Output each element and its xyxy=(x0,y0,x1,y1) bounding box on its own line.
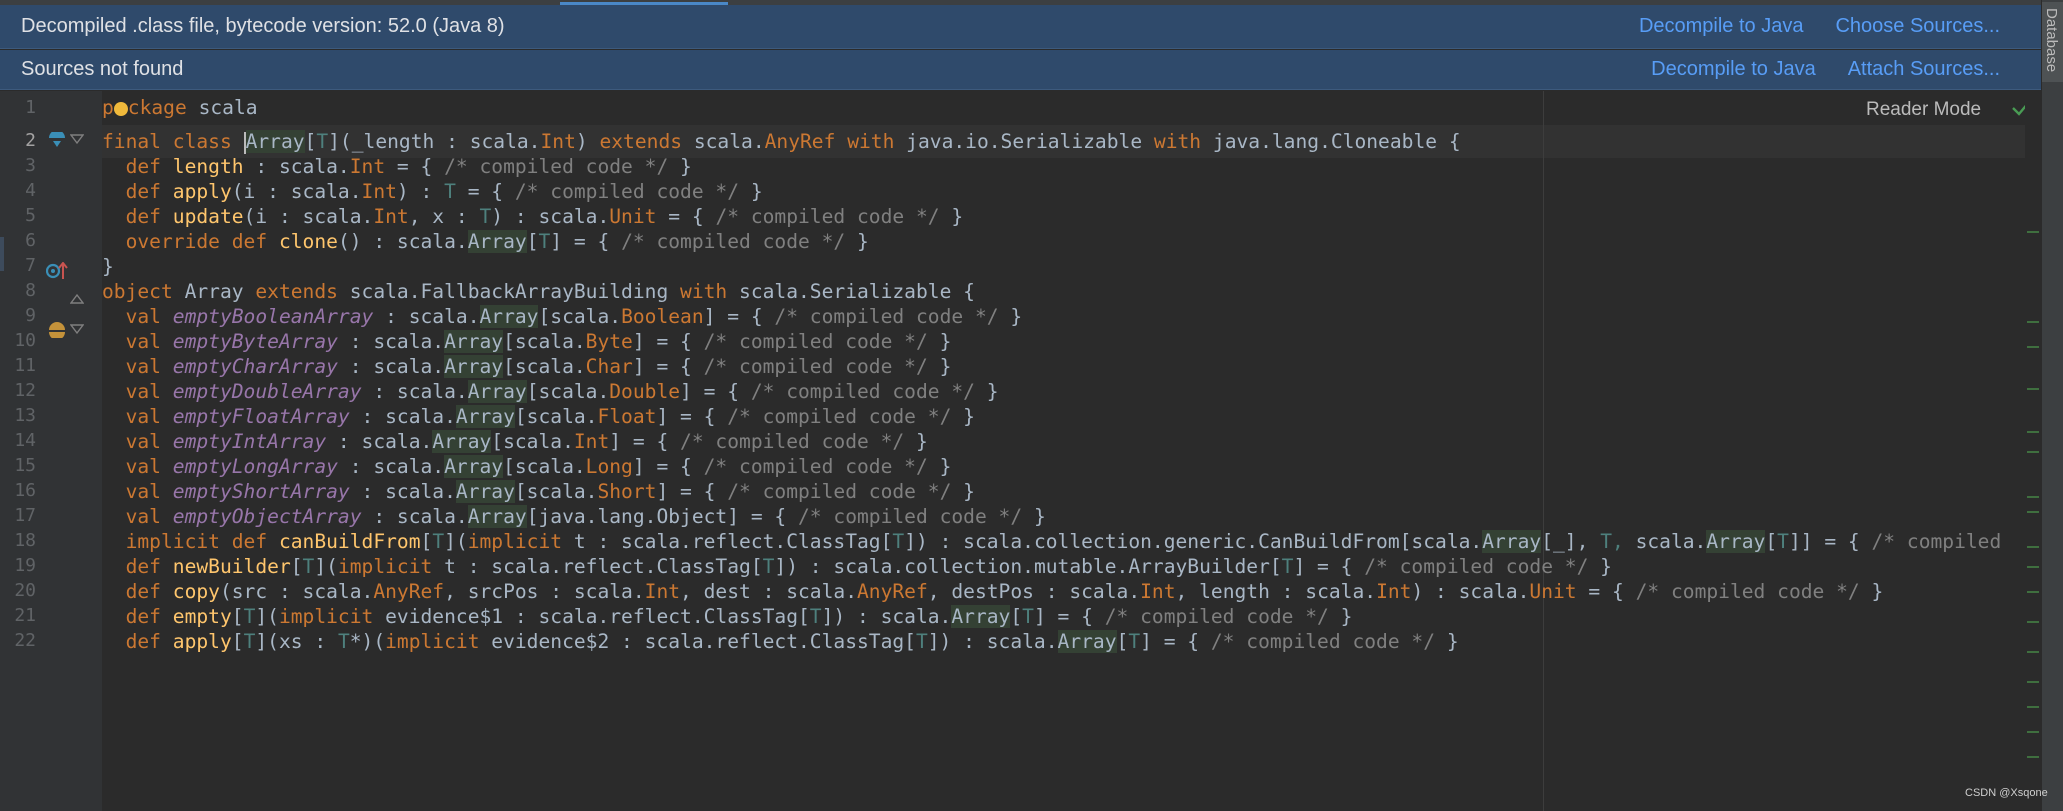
scroll-marker xyxy=(2027,431,2039,433)
code-line-22: def apply[T](xs : T*)(implicit evidence$… xyxy=(125,630,1459,653)
scroll-marker xyxy=(2027,511,2039,513)
line-number: 5 xyxy=(25,205,36,226)
line-number: 2 xyxy=(25,130,36,151)
line-number: 21 xyxy=(14,605,36,626)
scroll-marker xyxy=(2027,756,2039,758)
fold-icon-2[interactable] xyxy=(70,323,84,339)
scroll-marker xyxy=(2027,496,2039,498)
code-editor[interactable]: 1 2 3 4 5 6 7 8 9 10 11 12 13 14 15 16 1… xyxy=(0,91,2042,811)
line-number: 19 xyxy=(14,555,36,576)
scroll-marker xyxy=(2027,591,2039,593)
line-number: 13 xyxy=(14,405,36,426)
decompile-to-java-link-2[interactable]: Decompile to Java xyxy=(1651,58,1816,81)
line-number: 1 xyxy=(25,97,36,118)
implemented-icon[interactable] xyxy=(48,132,66,148)
fold-end-icon[interactable] xyxy=(70,289,84,305)
watermark: CSDN @Xsqone xyxy=(1965,787,2048,799)
scroll-marker xyxy=(2027,651,2039,653)
code-area[interactable]: p ckage scala final class Array[T](_lengt… xyxy=(102,91,2027,811)
sources-message: Sources not found xyxy=(21,58,184,80)
line-number: 6 xyxy=(25,230,36,251)
choose-sources-link[interactable]: Choose Sources... xyxy=(1835,15,2000,38)
right-margin-guide xyxy=(1543,91,1544,811)
line-number: 10 xyxy=(14,330,36,351)
line-number: 12 xyxy=(14,380,36,401)
decompile-to-java-link[interactable]: Decompile to Java xyxy=(1639,15,1804,38)
line-number: 15 xyxy=(14,455,36,476)
code-line-1: p ckage scala xyxy=(102,96,258,119)
scroll-marker xyxy=(2027,546,2039,548)
scroll-marker xyxy=(2027,706,2039,708)
scroll-marker xyxy=(2027,451,2039,453)
sources-banner: Sources not found Decompile to Java Atta… xyxy=(0,50,2042,90)
line-number: 3 xyxy=(25,155,36,176)
scroll-marker xyxy=(2027,231,2039,233)
line-number: 9 xyxy=(25,305,36,326)
reader-mode-button[interactable]: Reader Mode xyxy=(1866,99,1981,121)
line-number: 7 xyxy=(25,255,36,276)
decompiled-message: Decompiled .class file, bytecode version… xyxy=(21,15,505,37)
scroll-marker xyxy=(2027,388,2039,390)
line-number: 22 xyxy=(14,630,36,651)
left-edge-marker xyxy=(0,237,4,271)
line-number: 16 xyxy=(14,480,36,501)
scroll-marker xyxy=(2027,566,2039,568)
line-number: 4 xyxy=(25,180,36,201)
code-line-6: override def clone() : scala.Array[T] = … xyxy=(125,230,869,253)
scroll-marker xyxy=(2027,621,2039,623)
scroll-marker xyxy=(2027,731,2039,733)
companion-icon[interactable] xyxy=(48,322,66,338)
attach-sources-link[interactable]: Attach Sources... xyxy=(1848,58,2000,81)
editor-scrollbar[interactable] xyxy=(2025,91,2042,811)
line-number: 8 xyxy=(25,280,36,301)
overrides-icon[interactable] xyxy=(46,262,70,282)
scroll-marker xyxy=(2027,321,2039,323)
line-number: 11 xyxy=(14,355,36,376)
right-tool-strip: Database xyxy=(2041,0,2063,811)
database-tab-label: Database xyxy=(2043,8,2060,73)
line-number: 20 xyxy=(14,580,36,601)
line-number: 17 xyxy=(14,505,36,526)
decompiled-banner: Decompiled .class file, bytecode version… xyxy=(0,5,2042,49)
intention-bulb-icon[interactable] xyxy=(113,101,128,116)
line-number: 14 xyxy=(14,430,36,451)
scroll-marker xyxy=(2027,346,2039,348)
line-number: 18 xyxy=(14,530,36,551)
scroll-marker xyxy=(2027,681,2039,683)
database-tab[interactable]: Database xyxy=(2042,2,2063,82)
fold-icon[interactable] xyxy=(70,133,84,149)
line-gutter: 1 2 3 4 5 6 7 8 9 10 11 12 13 14 15 16 1… xyxy=(6,91,102,811)
